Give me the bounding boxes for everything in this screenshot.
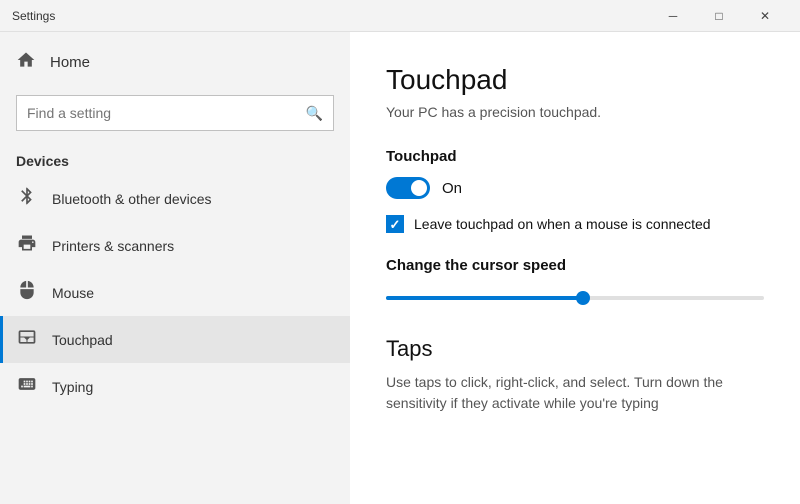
sidebar-item-typing[interactable]: Typing	[0, 363, 350, 410]
touchpad-icon	[16, 327, 38, 352]
minimize-button[interactable]: ─	[650, 0, 696, 32]
page-subtitle: Your PC has a precision touchpad.	[386, 104, 764, 120]
app-title: Settings	[12, 9, 55, 23]
search-box[interactable]: 🔍	[16, 95, 334, 131]
slider-thumb[interactable]	[576, 291, 590, 305]
cursor-speed-slider[interactable]	[386, 288, 764, 308]
taps-description: Use taps to click, right-click, and sele…	[386, 372, 764, 414]
bluetooth-icon	[16, 186, 38, 211]
sidebar-item-bluetooth[interactable]: Bluetooth & other devices	[0, 175, 350, 222]
page-title: Touchpad	[386, 64, 764, 96]
sidebar-item-bluetooth-label: Bluetooth & other devices	[52, 191, 212, 207]
sidebar-item-home[interactable]: Home	[0, 40, 350, 85]
sidebar-section-title: Devices	[0, 141, 350, 175]
leave-touchpad-checkbox-row: ✓ Leave touchpad on when a mouse is conn…	[386, 215, 764, 233]
sidebar-item-printers[interactable]: Printers & scanners	[0, 222, 350, 269]
slider-label: Change the cursor speed	[386, 257, 764, 274]
sidebar-item-touchpad-label: Touchpad	[52, 332, 113, 348]
mouse-icon	[16, 280, 38, 305]
leave-touchpad-label: Leave touchpad on when a mouse is connec…	[414, 216, 711, 232]
slider-fill	[386, 296, 583, 300]
touchpad-toggle-row: On	[386, 177, 764, 199]
content-area: Touchpad Your PC has a precision touchpa…	[350, 32, 800, 504]
toggle-thumb	[411, 180, 427, 196]
taps-section-title: Taps	[386, 336, 764, 362]
leave-touchpad-checkbox[interactable]: ✓	[386, 215, 404, 233]
search-input[interactable]	[27, 105, 306, 121]
app-body: Home 🔍 Devices Bluetooth & other devices	[0, 32, 800, 504]
title-bar: Settings ─ □ ✕	[0, 0, 800, 32]
touchpad-toggle[interactable]	[386, 177, 430, 199]
close-button[interactable]: ✕	[742, 0, 788, 32]
checkmark-icon: ✓	[390, 218, 401, 231]
toggle-label: On	[442, 180, 462, 197]
sidebar-item-mouse[interactable]: Mouse	[0, 269, 350, 316]
sidebar-item-mouse-label: Mouse	[52, 285, 94, 301]
search-icon: 🔍	[306, 105, 323, 122]
window-controls: ─ □ ✕	[650, 0, 788, 32]
keyboard-icon	[16, 374, 38, 399]
touchpad-section-label: Touchpad	[386, 148, 764, 165]
maximize-button[interactable]: □	[696, 0, 742, 32]
sidebar: Home 🔍 Devices Bluetooth & other devices	[0, 32, 350, 504]
sidebar-item-touchpad[interactable]: Touchpad	[0, 316, 350, 363]
sidebar-item-typing-label: Typing	[52, 379, 93, 395]
printer-icon	[16, 233, 38, 258]
home-label: Home	[50, 54, 90, 71]
home-icon	[16, 50, 36, 75]
sidebar-item-printers-label: Printers & scanners	[52, 238, 174, 254]
